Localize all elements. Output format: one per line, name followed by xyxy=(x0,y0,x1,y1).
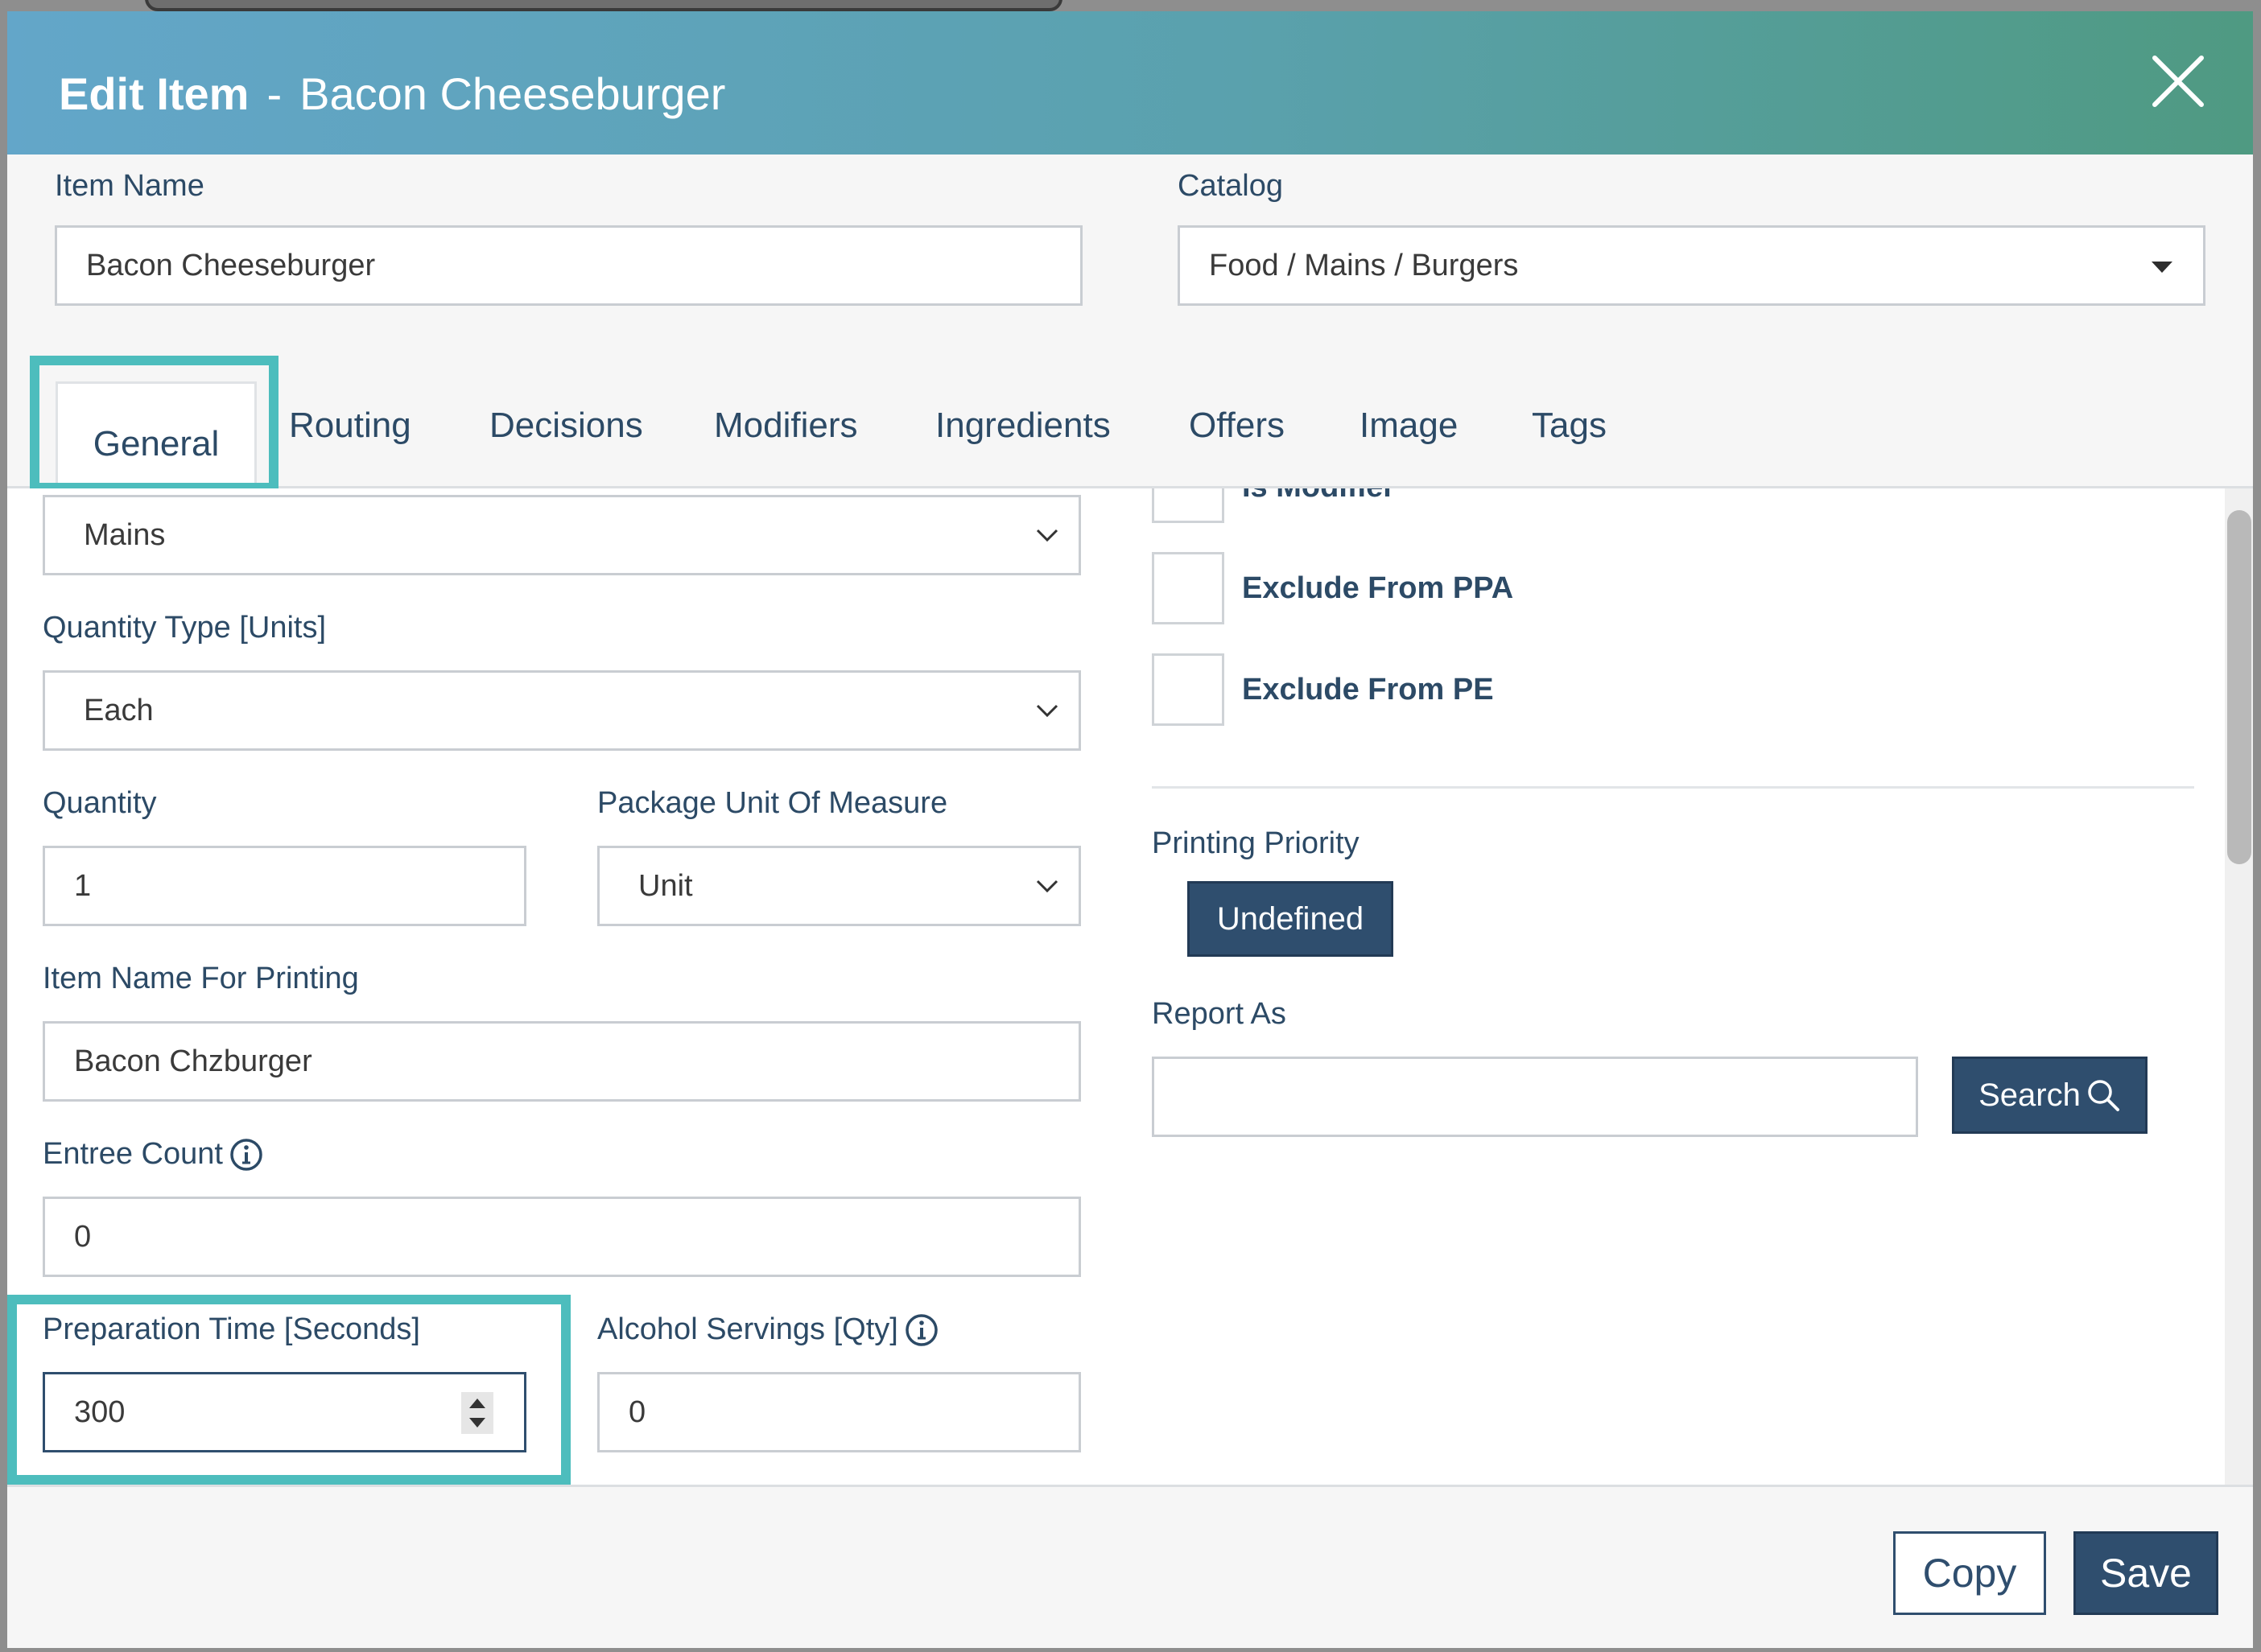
alcohol-servings-label-row: Alcohol Servings [Qty] xyxy=(597,1312,939,1347)
general-tab-panel[interactable]: Mains Quantity Type [Units] Each Quantit… xyxy=(7,488,2225,1485)
copy-button[interactable]: Copy xyxy=(1893,1531,2046,1615)
catalog-dropdown[interactable]: Food / Mains / Burgers xyxy=(1178,225,2205,306)
entree-count-input[interactable]: 0 xyxy=(43,1197,1081,1277)
tab-offers[interactable]: Offers xyxy=(1189,389,1285,462)
item-name-input[interactable]: Bacon Cheeseburger xyxy=(55,225,1083,306)
chevron-down-icon xyxy=(1036,880,1058,893)
item-name-printing-label: Item Name For Printing xyxy=(43,962,359,995)
modal-header: Edit Item - Bacon Cheeseburger xyxy=(7,11,2253,154)
catalog-label: Catalog xyxy=(1178,169,1283,203)
entree-count-label-row: Entree Count xyxy=(43,1137,263,1172)
tab-general-highlight xyxy=(30,356,278,492)
package-unit-label: Package Unit Of Measure xyxy=(597,786,948,820)
save-button[interactable]: Save xyxy=(2073,1531,2218,1615)
close-icon xyxy=(2152,56,2204,107)
tab-image[interactable]: Image xyxy=(1359,389,1458,462)
info-icon[interactable] xyxy=(905,1313,939,1347)
exclude-ppa-checkbox[interactable] xyxy=(1152,552,1224,624)
is-modifier-label: Is Modifier xyxy=(1242,488,1395,505)
quantity-type-select[interactable]: Each xyxy=(43,670,1081,751)
modal-title-text: Edit Item xyxy=(59,68,250,119)
package-unit-value: Unit xyxy=(638,868,693,903)
search-button-label: Search xyxy=(1978,1077,2081,1113)
modal-footer: Copy Save xyxy=(7,1485,2253,1648)
item-name-printing-input[interactable]: Bacon Chzburger xyxy=(43,1021,1081,1102)
background-browser-bar xyxy=(145,0,1062,11)
alcohol-servings-input[interactable]: 0 xyxy=(597,1372,1081,1452)
tab-routing[interactable]: Routing xyxy=(289,389,411,462)
item-name-label: Item Name xyxy=(55,169,204,203)
quantity-input[interactable]: 1 xyxy=(43,846,526,926)
chevron-down-icon xyxy=(2152,262,2172,273)
is-modifier-row: Is Modifier xyxy=(1152,488,1715,523)
report-as-label: Report As xyxy=(1152,997,1286,1031)
report-as-input[interactable] xyxy=(1152,1057,1918,1137)
exclude-pe-row: Exclude From PE xyxy=(1152,653,1715,726)
tab-ingredients[interactable]: Ingredients xyxy=(935,389,1111,462)
info-icon[interactable] xyxy=(229,1138,263,1172)
category-select[interactable]: Mains xyxy=(43,495,1081,575)
quantity-type-value: Each xyxy=(84,693,154,727)
catalog-value: Food / Mains / Burgers xyxy=(1209,248,1519,282)
exclude-ppa-label: Exclude From PPA xyxy=(1242,571,1514,605)
tab-decisions[interactable]: Decisions xyxy=(489,389,643,462)
close-button[interactable] xyxy=(2148,51,2208,111)
quantity-label: Quantity xyxy=(43,786,157,820)
exclude-pe-label: Exclude From PE xyxy=(1242,672,1494,707)
search-icon xyxy=(2088,1080,2119,1111)
preparation-time-highlight xyxy=(7,1295,571,1485)
edit-item-modal: Edit Item - Bacon Cheeseburger Item Name B… xyxy=(7,11,2253,1648)
modal-title: Edit Item - Bacon Cheeseburger xyxy=(59,58,725,130)
alcohol-servings-label: Alcohol Servings [Qty] xyxy=(597,1312,898,1346)
category-select-value: Mains xyxy=(84,517,166,552)
modal-title-separator: - xyxy=(266,68,283,119)
entree-count-label: Entree Count xyxy=(43,1137,223,1171)
report-as-search-button[interactable]: Search xyxy=(1952,1057,2148,1134)
exclude-ppa-row: Exclude From PPA xyxy=(1152,552,1715,624)
right-column-divider xyxy=(1152,786,2194,789)
exclude-pe-checkbox[interactable] xyxy=(1152,653,1224,726)
is-modifier-checkbox[interactable] xyxy=(1152,488,1224,523)
printing-priority-label: Printing Priority xyxy=(1152,826,1359,860)
tab-tags[interactable]: Tags xyxy=(1532,389,1607,462)
scrollbar-thumb[interactable] xyxy=(2227,510,2251,864)
printing-priority-button[interactable]: Undefined xyxy=(1187,881,1393,957)
quantity-type-label: Quantity Type [Units] xyxy=(43,611,327,645)
chevron-down-icon xyxy=(1036,704,1058,718)
chevron-down-icon xyxy=(1036,529,1058,542)
tab-modifiers[interactable]: Modifiers xyxy=(714,389,858,462)
modal-item-title: Bacon Cheeseburger xyxy=(299,68,726,119)
package-unit-select[interactable]: Unit xyxy=(597,846,1081,926)
